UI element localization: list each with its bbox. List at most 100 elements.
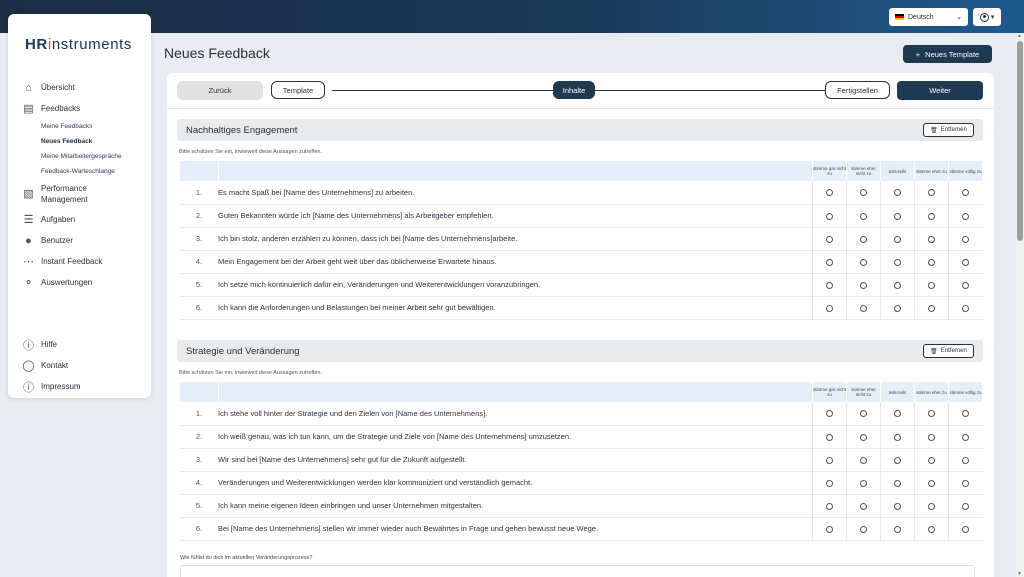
sidebar-item-aufgaben[interactable]: ☰ Aufgaben: [22, 209, 147, 230]
sidebar-bottom-nav: ⓘ Hilfe ◯ Kontakt ⓘ Impressum: [22, 334, 147, 397]
language-select[interactable]: Deutsch ⌄: [889, 8, 968, 26]
rating-radio[interactable]: [928, 479, 935, 487]
rating-radio[interactable]: [860, 479, 867, 487]
rating-radio[interactable]: [962, 502, 970, 510]
sidebar-subitem-mitarbeitergespraeche[interactable]: Meine Mitarbeitergespräche: [22, 149, 147, 164]
rating-radio[interactable]: [860, 235, 867, 243]
sidebar-item-auswertungen[interactable]: ⚬ Auswertungen: [22, 272, 147, 293]
back-button[interactable]: Zurück: [177, 81, 263, 100]
section-hint: Bitte schätzen Sie ein, inwieweit diese …: [179, 370, 322, 376]
rating-radio[interactable]: [928, 281, 935, 289]
rating-radio[interactable]: [860, 212, 867, 220]
rating-radio[interactable]: [962, 281, 970, 289]
user-menu-button[interactable]: ▾: [973, 8, 1001, 26]
next-button[interactable]: Weiter: [897, 81, 983, 100]
rating-radio[interactable]: [894, 258, 901, 266]
sidebar-item-performance[interactable]: ▧ Performance Management: [22, 179, 147, 209]
rating-radio[interactable]: [928, 433, 935, 441]
rating-radio[interactable]: [860, 281, 867, 289]
rating-radio[interactable]: [826, 304, 833, 312]
rating-radio[interactable]: [928, 212, 935, 220]
rating-radio[interactable]: [860, 189, 867, 197]
rating-radio[interactable]: [928, 502, 935, 510]
rating-radio[interactable]: [826, 502, 833, 510]
rating-radio[interactable]: [894, 456, 901, 464]
rating-radio[interactable]: [962, 456, 970, 464]
rating-radio[interactable]: [894, 189, 901, 197]
rating-radio[interactable]: [826, 281, 833, 289]
page-scrollbar[interactable]: ▲ ▼: [1016, 33, 1024, 577]
chevron-down-icon: ⌄: [956, 14, 962, 21]
rating-radio[interactable]: [928, 410, 935, 418]
rating-radio[interactable]: [962, 304, 970, 312]
rating-radio[interactable]: [894, 304, 901, 312]
table-row: 3. Ich bin stolz, anderen erzählen zu kö…: [180, 227, 983, 251]
rating-radio[interactable]: [826, 479, 833, 487]
rating-radio[interactable]: [860, 433, 867, 441]
sidebar-item-hilfe[interactable]: ⓘ Hilfe: [22, 334, 147, 355]
remove-section-button[interactable]: 🗑 Entfernen: [923, 123, 974, 137]
rating-radio[interactable]: [826, 212, 833, 220]
rating-radio[interactable]: [860, 258, 867, 266]
sidebar-item-label: Übersicht: [41, 83, 75, 92]
rating-radio[interactable]: [826, 525, 833, 533]
remove-section-button[interactable]: 🗑 Entfernen: [923, 344, 974, 358]
scroll-down-arrow-icon[interactable]: ▼: [1017, 571, 1022, 577]
rating-radio[interactable]: [826, 456, 833, 464]
step-template[interactable]: Template: [271, 81, 325, 99]
sidebar-item-instant-feedback[interactable]: ⋯ Instant Feedback: [22, 251, 147, 272]
rating-radio[interactable]: [962, 479, 970, 487]
rating-radio[interactable]: [962, 212, 970, 220]
rating-radio[interactable]: [962, 525, 970, 533]
rating-radio[interactable]: [894, 212, 901, 220]
question-text: Wir sind bei [Name des Unternehmens] seh…: [218, 448, 813, 472]
rating-radio[interactable]: [928, 525, 935, 533]
sidebar-item-impressum[interactable]: ⓘ Impressum: [22, 376, 147, 397]
sidebar-subitem-warteschlange[interactable]: Feedback-Warteschlange: [22, 164, 147, 179]
rating-radio[interactable]: [962, 433, 970, 441]
rating-radio[interactable]: [894, 433, 901, 441]
rating-radio[interactable]: [826, 258, 833, 266]
step-fertigstellen[interactable]: Fertigstellen: [825, 81, 890, 99]
rating-radio[interactable]: [826, 433, 833, 441]
rating-radio[interactable]: [928, 456, 935, 464]
rating-radio[interactable]: [826, 235, 833, 243]
step-inhalte[interactable]: Inhalte: [553, 81, 595, 99]
sidebar-item-feedbacks[interactable]: ▤ Feedbacks: [22, 98, 147, 119]
rating-radio[interactable]: [928, 235, 935, 243]
question-text: Ich stehe voll hinter der Strategie und …: [218, 402, 813, 426]
rating-radio[interactable]: [894, 479, 901, 487]
rating-radio[interactable]: [928, 258, 935, 266]
rating-radio[interactable]: [928, 304, 935, 312]
rating-radio[interactable]: [826, 189, 833, 197]
rating-radio[interactable]: [962, 410, 970, 418]
sidebar-item-kontakt[interactable]: ◯ Kontakt: [22, 355, 147, 376]
sidebar-item-uebersicht[interactable]: ⌂ Übersicht: [22, 77, 147, 98]
question-icon: ⓘ: [23, 339, 34, 352]
question-text: Ich weiß genau, was ich tun kann, um die…: [218, 425, 813, 449]
rating-radio[interactable]: [962, 235, 970, 243]
rating-radio[interactable]: [962, 258, 970, 266]
rating-radio[interactable]: [894, 525, 901, 533]
rating-radio[interactable]: [826, 410, 833, 418]
rating-radio[interactable]: [928, 189, 935, 197]
rating-radio[interactable]: [860, 304, 867, 312]
rating-radio[interactable]: [894, 281, 901, 289]
rating-radio[interactable]: [860, 410, 867, 418]
rating-radio[interactable]: [894, 502, 901, 510]
logo: HRinstruments: [25, 36, 133, 53]
rating-radio[interactable]: [894, 410, 901, 418]
sidebar-item-benutzer[interactable]: ● Benutzer: [22, 230, 147, 251]
sidebar-subitem-neues-feedback[interactable]: Neues Feedback: [22, 134, 147, 149]
sidebar-item-label: Impressum: [41, 382, 81, 391]
new-template-button[interactable]: + Neues Template: [903, 45, 992, 63]
sidebar-subitem-meine-feedbacks[interactable]: Meine Feedbacks: [22, 119, 147, 134]
free-text-input[interactable]: [180, 565, 975, 577]
rating-radio[interactable]: [860, 456, 867, 464]
rating-radio[interactable]: [860, 525, 867, 533]
rating-radio[interactable]: [894, 235, 901, 243]
scroll-up-arrow-icon[interactable]: ▲: [1017, 33, 1022, 39]
rating-radio[interactable]: [962, 189, 970, 197]
rating-radio[interactable]: [860, 502, 867, 510]
scrollbar-thumb[interactable]: [1017, 41, 1023, 241]
